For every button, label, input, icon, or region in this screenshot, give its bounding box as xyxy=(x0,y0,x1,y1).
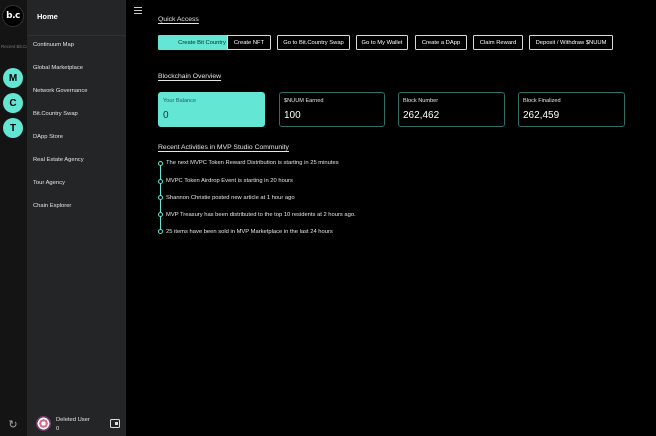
go-to-wallet-button[interactable]: Go to My Wallet xyxy=(356,35,408,50)
card-label: Block Finalized xyxy=(523,98,561,104)
activity-item: 25 items have been sold in MVP Marketpla… xyxy=(166,229,333,235)
card-value: 262,459 xyxy=(523,110,560,121)
card-label: Your Balance xyxy=(163,98,197,104)
card-label: Block Number xyxy=(403,98,439,104)
app-logo[interactable]: b.c xyxy=(2,5,24,27)
sidebar-divider xyxy=(27,35,126,36)
activity-item: MVP Treasury has been distributed to the… xyxy=(166,212,356,218)
sidebar-item-real-estate-agency[interactable]: Real Estate Agency xyxy=(33,157,84,163)
left-rail xyxy=(0,0,27,436)
activity-item: MVPC Token Airdrop Event is starting in … xyxy=(166,178,293,184)
activity-item: Shannon Christie posted new article at 1… xyxy=(166,195,295,201)
deposit-withdraw-button[interactable]: Deposit / Withdraw $NUUM xyxy=(529,35,613,50)
create-dapp-button[interactable]: Create a DApp xyxy=(415,35,467,50)
activity-item: The next MVPC Token Reward Distribution … xyxy=(166,160,339,166)
logout-icon[interactable]: ↻ xyxy=(7,419,19,431)
block-number-card: Block Number 262,462 xyxy=(398,92,505,127)
wallet-icon[interactable] xyxy=(110,419,120,428)
timeline-dot xyxy=(158,195,163,200)
sidebar-item-global-marketplace[interactable]: Global Marketplace xyxy=(33,65,83,71)
user-balance: 0 xyxy=(56,426,60,432)
timeline-dot xyxy=(158,161,163,166)
sidebar-item-bit-country-swap[interactable]: Bit.Country Swap xyxy=(33,111,78,117)
country-shortcut-t[interactable]: T xyxy=(3,118,23,138)
recent-activities-title: Recent Activities in MVP Studio Communit… xyxy=(158,144,289,151)
card-value: 0 xyxy=(163,110,169,121)
recent-countries-label: Recent Bit.Countries xyxy=(1,44,27,49)
avatar[interactable] xyxy=(36,416,51,431)
create-nft-button[interactable]: Create NFT xyxy=(227,35,271,50)
nuum-earned-card: $NUUM Earned 100 xyxy=(279,92,385,127)
timeline-dot xyxy=(158,179,163,184)
timeline-dot xyxy=(158,229,163,234)
timeline-dot xyxy=(158,212,163,217)
card-label: $NUUM Earned xyxy=(284,98,324,104)
country-shortcut-c[interactable]: C xyxy=(3,93,23,113)
card-value: 262,462 xyxy=(403,110,440,121)
card-value: 100 xyxy=(284,110,301,121)
menu-toggle-icon[interactable] xyxy=(134,7,142,14)
block-finalized-card: Block Finalized 262,459 xyxy=(518,92,625,127)
sidebar-home[interactable]: Home xyxy=(37,12,58,21)
blockchain-overview-title: Blockchain Overview xyxy=(158,73,222,80)
sidebar-item-continuum-map[interactable]: Continuum Map xyxy=(33,42,74,48)
user-name: Deleted User xyxy=(56,417,90,423)
quick-access-title: Quick Access xyxy=(158,16,199,23)
sidebar-item-chain-explorer[interactable]: Chain Explorer xyxy=(33,203,71,209)
sidebar-item-network-governance[interactable]: Network Governance xyxy=(33,88,87,94)
claim-reward-button[interactable]: Claim Reward xyxy=(473,35,523,50)
sidebar-item-dapp-store[interactable]: DApp Store xyxy=(33,134,63,140)
sidebar-item-tour-agency[interactable]: Tour Agency xyxy=(33,180,65,186)
country-shortcut-m[interactable]: M xyxy=(3,68,23,88)
your-balance-card: Your Balance 0 xyxy=(158,92,265,127)
go-to-swap-button[interactable]: Go to Bit.Country Swap xyxy=(277,35,350,50)
